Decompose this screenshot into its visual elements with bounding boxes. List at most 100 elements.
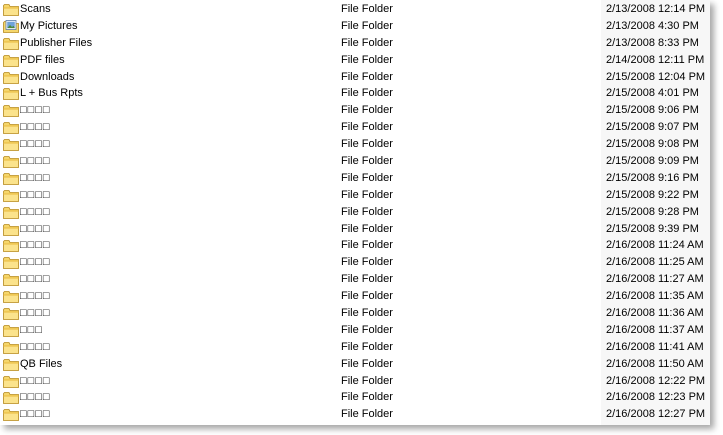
file-row[interactable]: □□□□ File Folder 2/16/2008 11:24 AM bbox=[0, 237, 710, 254]
file-name: □□□□ bbox=[20, 205, 51, 218]
date-modified: 2/15/2008 9:09 PM bbox=[606, 155, 699, 168]
file-type: File Folder bbox=[341, 138, 393, 151]
file-row[interactable]: □□□□ File Folder 2/16/2008 11:36 AM bbox=[0, 305, 710, 322]
folder-icon bbox=[3, 273, 19, 286]
file-type: File Folder bbox=[341, 391, 393, 404]
folder-icon bbox=[3, 206, 19, 219]
file-name: □□□□ bbox=[20, 340, 51, 353]
file-type: File Folder bbox=[341, 155, 393, 168]
date-modified: 2/15/2008 9:39 PM bbox=[606, 222, 699, 235]
file-type: File Folder bbox=[341, 239, 393, 252]
folder-icon bbox=[3, 358, 19, 371]
file-row[interactable]: □□□□ File Folder 2/15/2008 9:28 PM bbox=[0, 204, 710, 221]
file-name: □□□□ bbox=[20, 121, 51, 134]
file-row[interactable]: PDF files File Folder 2/14/2008 12:11 PM bbox=[0, 52, 710, 69]
folder-icon bbox=[3, 87, 19, 100]
file-type: File Folder bbox=[341, 121, 393, 134]
folder-icon bbox=[3, 408, 19, 421]
file-name: □□□□ bbox=[20, 155, 51, 168]
file-list-window: Scans File Folder 2/13/2008 12:14 PM My Pic… bbox=[0, 0, 710, 425]
file-row[interactable]: Publisher Files File Folder 2/13/2008 8:33… bbox=[0, 35, 710, 52]
folder-icon bbox=[3, 138, 19, 151]
folder-icon bbox=[3, 307, 19, 320]
file-row[interactable]: □□□□ File Folder 2/15/2008 9:39 PM bbox=[0, 221, 710, 238]
date-modified: 2/15/2008 9:28 PM bbox=[606, 205, 699, 218]
file-row[interactable]: □□□□ File Folder 2/15/2008 9:06 PM bbox=[0, 102, 710, 119]
file-type: File Folder bbox=[341, 87, 393, 100]
date-modified: 2/15/2008 4:01 PM bbox=[606, 87, 699, 100]
file-row[interactable]: □□□□ File Folder 2/16/2008 12:27 PM bbox=[0, 406, 710, 423]
file-row[interactable]: □□□□ File Folder 2/16/2008 11:41 AM bbox=[0, 339, 710, 356]
file-row[interactable]: □□□□ File Folder 2/16/2008 11:27 AM bbox=[0, 271, 710, 288]
file-type: File Folder bbox=[341, 290, 393, 303]
date-modified: 2/15/2008 9:22 PM bbox=[606, 188, 699, 201]
file-type: File Folder bbox=[341, 323, 393, 336]
file-name: My Pictures bbox=[20, 19, 78, 32]
date-modified: 2/15/2008 9:06 PM bbox=[606, 104, 699, 117]
file-name: □□□□ bbox=[20, 307, 51, 320]
file-type: File Folder bbox=[341, 19, 393, 32]
date-modified: 2/16/2008 11:41 AM bbox=[606, 340, 704, 353]
file-row[interactable]: □□□□ File Folder 2/15/2008 9:07 PM bbox=[0, 119, 710, 136]
date-modified: 2/16/2008 12:22 PM bbox=[606, 374, 706, 387]
file-name: □□□□ bbox=[20, 374, 51, 387]
file-type: File Folder bbox=[341, 205, 393, 218]
folder-icon bbox=[3, 121, 19, 134]
file-type: File Folder bbox=[341, 408, 393, 421]
file-row[interactable]: □□□□ File Folder 2/15/2008 9:08 PM bbox=[0, 136, 710, 153]
file-row[interactable]: L + Bus Rpts File Folder 2/15/2008 4:01 PM bbox=[0, 85, 710, 102]
folder-icon bbox=[3, 3, 19, 16]
file-name: □□□□ bbox=[20, 104, 51, 117]
file-name: □□□□ bbox=[20, 138, 51, 151]
file-row[interactable]: □□□□ File Folder 2/15/2008 9:22 PM bbox=[0, 187, 710, 204]
file-type: File Folder bbox=[341, 256, 393, 269]
file-name: QB Files bbox=[20, 357, 63, 370]
file-type: File Folder bbox=[341, 3, 393, 15]
folder-icon bbox=[3, 375, 19, 388]
file-row[interactable]: □□□□ File Folder 2/16/2008 12:22 PM bbox=[0, 373, 710, 390]
file-name: L + Bus Rpts bbox=[20, 87, 83, 100]
file-type: File Folder bbox=[341, 188, 393, 201]
file-type: File Folder bbox=[341, 171, 393, 184]
folder-icon bbox=[3, 37, 19, 50]
file-row[interactable]: □□□□ File Folder 2/16/2008 11:25 AM bbox=[0, 254, 710, 271]
file-row[interactable]: □□□□ File Folder 2/15/2008 9:16 PM bbox=[0, 170, 710, 187]
file-name: Publisher Files bbox=[20, 36, 93, 49]
folder-icon bbox=[3, 172, 19, 185]
file-type: File Folder bbox=[341, 340, 393, 353]
file-name: □□□ bbox=[20, 323, 43, 336]
date-modified: 2/16/2008 11:37 AM bbox=[606, 323, 704, 336]
folder-icon bbox=[3, 391, 19, 404]
folder-icon bbox=[3, 155, 19, 168]
file-row[interactable]: □□□□ File Folder 2/16/2008 11:35 AM bbox=[0, 288, 710, 305]
file-name: Downloads bbox=[20, 70, 75, 83]
file-row[interactable]: QB Files File Folder 2/16/2008 11:50 AM bbox=[0, 356, 710, 373]
file-name: □□□□ bbox=[20, 273, 51, 286]
file-name: □□□□ bbox=[20, 256, 51, 269]
file-row[interactable]: □□□□ File Folder 2/16/2008 12:23 PM bbox=[0, 389, 710, 406]
file-name: □□□□ bbox=[20, 391, 51, 404]
file-type: File Folder bbox=[341, 70, 393, 83]
file-row[interactable]: □□□ File Folder 2/16/2008 11:37 AM bbox=[0, 322, 710, 339]
date-modified: 2/16/2008 12:23 PM bbox=[606, 391, 706, 404]
file-type: File Folder bbox=[341, 104, 393, 117]
date-modified: 2/14/2008 12:11 PM bbox=[606, 53, 705, 66]
folder-icon bbox=[3, 341, 19, 354]
folder-icon bbox=[3, 54, 19, 67]
file-type: File Folder bbox=[341, 36, 393, 49]
date-modified: 2/16/2008 11:50 AM bbox=[606, 357, 704, 370]
file-row[interactable]: □□□□ File Folder 2/15/2008 9:09 PM bbox=[0, 153, 710, 170]
file-row[interactable]: Downloads File Folder 2/15/2008 12:04 PM bbox=[0, 69, 710, 86]
folder-icon bbox=[3, 256, 19, 269]
date-modified: 2/13/2008 4:30 PM bbox=[606, 19, 699, 32]
date-modified: 2/16/2008 12:27 PM bbox=[606, 408, 706, 421]
date-modified: 2/15/2008 9:08 PM bbox=[606, 138, 699, 151]
folder-icon bbox=[3, 239, 19, 252]
date-modified: 2/16/2008 11:25 AM bbox=[606, 256, 704, 269]
date-modified: 2/16/2008 11:35 AM bbox=[606, 290, 704, 303]
date-modified: 2/13/2008 8:33 PM bbox=[606, 36, 699, 49]
file-row[interactable]: Scans File Folder 2/13/2008 12:14 PM bbox=[0, 1, 710, 18]
date-modified: 2/15/2008 9:16 PM bbox=[606, 171, 699, 184]
file-list: Scans File Folder 2/13/2008 12:14 PM My Pic… bbox=[0, 1, 710, 423]
file-row[interactable]: My Pictures File Folder 2/13/2008 4:30 PM bbox=[0, 18, 710, 35]
